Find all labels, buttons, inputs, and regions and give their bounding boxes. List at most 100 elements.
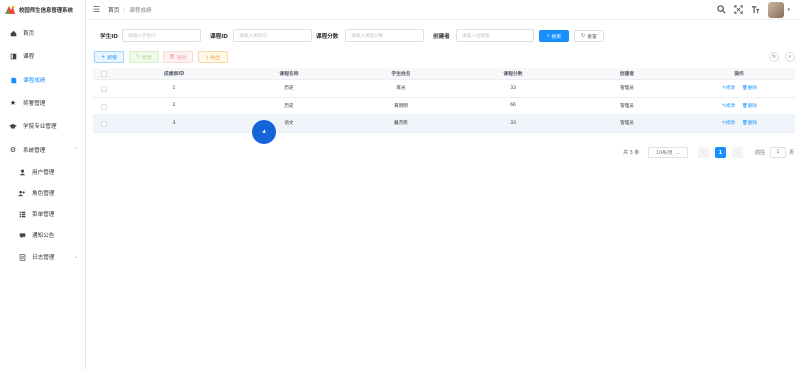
sidebar-item-course[interactable]: 课程 bbox=[0, 46, 86, 66]
sidebar-item-label: 课程 bbox=[23, 54, 35, 60]
cell-course: 历史 bbox=[284, 86, 294, 92]
fullscreen-icon[interactable] bbox=[734, 4, 744, 16]
add-button-label: 新增 bbox=[107, 55, 117, 61]
cell-student: 黄晓明 bbox=[394, 103, 408, 109]
cell-score: 33 bbox=[510, 85, 516, 91]
student-id-input[interactable]: 请输入学生ID bbox=[122, 29, 201, 42]
column-header: 操作 bbox=[734, 72, 744, 77]
table-row[interactable]: 2 历史 黄晓明 66 管理员 ✎修改 🗑删除 bbox=[93, 98, 795, 115]
score-table: 成绩表ID 课程名称 学生姓名 课程分数 创建者 操作 1 历史 蒋光 33 管… bbox=[93, 68, 795, 133]
caret-down-icon[interactable]: ▾ bbox=[787, 7, 790, 13]
breadcrumb-home[interactable]: 首页 bbox=[108, 6, 119, 14]
app-logo[interactable]: 校园师生信息管理系统 bbox=[0, 0, 85, 20]
course-id-input[interactable]: 请输入课程ID bbox=[233, 29, 312, 42]
row-edit-link[interactable]: ✎修改 bbox=[722, 120, 735, 126]
delete-button-label: 删除 bbox=[177, 55, 187, 61]
cell-creator: 管理员 bbox=[620, 86, 634, 92]
trash-icon: 🗑 bbox=[169, 54, 176, 60]
cell-id: 2 bbox=[172, 103, 176, 109]
cell-course: 历史 bbox=[284, 103, 294, 109]
search-button[interactable]: ⌕ 搜索 bbox=[539, 30, 569, 42]
sidebar-item-roles[interactable]: 角色管理 bbox=[0, 183, 86, 203]
sidebar-item-menus[interactable]: 菜单管理 bbox=[0, 204, 86, 224]
sidebar-item-awards[interactable]: ★ 奖奢管理 bbox=[0, 93, 86, 113]
table-row[interactable]: 1 历史 蒋光 33 管理员 ✎修改 🗑删除 bbox=[93, 80, 795, 98]
export-button[interactable]: ⤓ 导出 bbox=[198, 51, 228, 63]
delete-button[interactable]: 🗑 删除 bbox=[163, 51, 193, 63]
row-checkbox[interactable] bbox=[101, 121, 107, 127]
next-page-button[interactable]: › bbox=[732, 147, 743, 158]
cell-score: 33 bbox=[510, 120, 516, 126]
goto-unit: 页 bbox=[789, 150, 795, 156]
row-delete-link[interactable]: 🗑删除 bbox=[742, 85, 757, 91]
sidebar-item-logs[interactable]: 日志管理 ⌄ bbox=[0, 247, 86, 267]
chevron-up-icon: ⌃ bbox=[73, 147, 78, 153]
row-delete-label: 删除 bbox=[747, 86, 758, 92]
search-icon[interactable] bbox=[717, 4, 726, 16]
row-delete-link[interactable]: 🗑删除 bbox=[742, 103, 757, 109]
add-button[interactable]: + 新增 bbox=[94, 51, 124, 63]
sidebar-item-course-score[interactable]: 课程成绩 bbox=[0, 70, 86, 90]
row-edit-link[interactable]: ✎修改 bbox=[722, 103, 735, 109]
sidebar-item-system[interactable]: ⚙ 系统管理 ⌃ bbox=[0, 140, 86, 160]
search-button-label: 搜索 bbox=[551, 34, 562, 40]
refresh-icon: ↻ bbox=[581, 33, 586, 39]
sidebar-item-home[interactable]: 首页 bbox=[0, 23, 86, 43]
table-row[interactable]: 3 语文 戴杰民 33 管理员 ✎修改 🗑删除 bbox=[93, 115, 795, 133]
column-header: 课程名称 bbox=[279, 72, 299, 77]
message-icon bbox=[18, 231, 26, 239]
row-checkbox[interactable] bbox=[101, 86, 107, 92]
toggle-search-button[interactable]: ⌕ bbox=[785, 52, 795, 62]
column-header: 课程分数 bbox=[503, 72, 523, 77]
sidebar-item-users[interactable]: 用户管理 bbox=[0, 162, 86, 182]
sidebar-item-label: 菜单管理 bbox=[32, 212, 55, 218]
star-icon: ★ bbox=[9, 98, 17, 107]
search-label-student-id: 学生ID bbox=[100, 34, 118, 40]
sidebar-item-notices[interactable]: 通知公告 bbox=[0, 225, 86, 245]
reset-button[interactable]: ↻ 重置 bbox=[574, 30, 604, 42]
row-checkbox[interactable] bbox=[101, 103, 107, 110]
cell-creator: 管理员 bbox=[620, 121, 634, 127]
search-icon: ⌕ bbox=[546, 34, 550, 39]
refresh-table-button[interactable]: ↻ bbox=[769, 52, 779, 62]
sidebar: 校园师生信息管理系统 首页 课程 课程成绩 ★ 奖奢管理 学院专业管理 ⚙ 系统… bbox=[0, 0, 86, 370]
avatar[interactable] bbox=[768, 2, 785, 18]
page-number-current[interactable]: 1 bbox=[715, 147, 726, 158]
goto-page-input[interactable]: 1 bbox=[770, 147, 786, 158]
table-header: 成绩表ID 课程名称 学生姓名 课程分数 创建者 操作 bbox=[93, 68, 795, 80]
cell-score: 66 bbox=[510, 103, 516, 109]
row-delete-label: 删除 bbox=[747, 121, 758, 127]
select-all-checkbox[interactable] bbox=[101, 71, 107, 77]
download-icon: ⤓ bbox=[206, 55, 209, 60]
row-edit-label: 修改 bbox=[725, 86, 736, 92]
goto-label: 前往 bbox=[755, 150, 766, 156]
app-title: 校园师生信息管理系统 bbox=[19, 8, 73, 14]
cell-creator: 管理员 bbox=[620, 103, 634, 109]
refresh-icon: ↻ bbox=[771, 54, 777, 60]
edit-button[interactable]: ✎ 修改 bbox=[129, 51, 159, 63]
sidebar-item-label: 课程成绩 bbox=[23, 78, 46, 84]
font-size-icon[interactable] bbox=[751, 5, 760, 16]
edit-button-label: 修改 bbox=[142, 55, 152, 61]
cell-student: 戴杰民 bbox=[394, 121, 408, 127]
row-delete-link[interactable]: 🗑删除 bbox=[742, 120, 757, 126]
cell-id: 1 bbox=[172, 85, 176, 91]
search-label-course-score: 课程分数 bbox=[316, 34, 339, 40]
cell-course: 语文 bbox=[284, 121, 294, 127]
gear-icon: ⚙ bbox=[9, 145, 17, 154]
search-label-course-id: 课程ID bbox=[210, 34, 228, 40]
header-actions: ▾ bbox=[717, 2, 790, 18]
page-size-select[interactable]: 10条/页 ⌄ bbox=[648, 147, 688, 158]
sidebar-item-label: 用户管理 bbox=[32, 170, 55, 176]
sidebar-item-college[interactable]: 学院专业管理 bbox=[0, 116, 86, 136]
creator-input[interactable]: 请输入创建者 bbox=[456, 29, 534, 42]
chevron-down-icon: ⌄ bbox=[676, 150, 680, 155]
users-icon bbox=[18, 189, 26, 197]
prev-page-button[interactable]: ‹ bbox=[698, 147, 709, 158]
row-edit-link[interactable]: ✎修改 bbox=[722, 85, 735, 91]
cell-id: 3 bbox=[172, 120, 176, 126]
course-score-input[interactable]: 请输入课程分数 bbox=[345, 29, 424, 42]
logo-icon bbox=[4, 4, 16, 16]
row-edit-label: 修改 bbox=[725, 103, 736, 109]
hamburger-icon[interactable]: ☰ bbox=[93, 5, 100, 14]
